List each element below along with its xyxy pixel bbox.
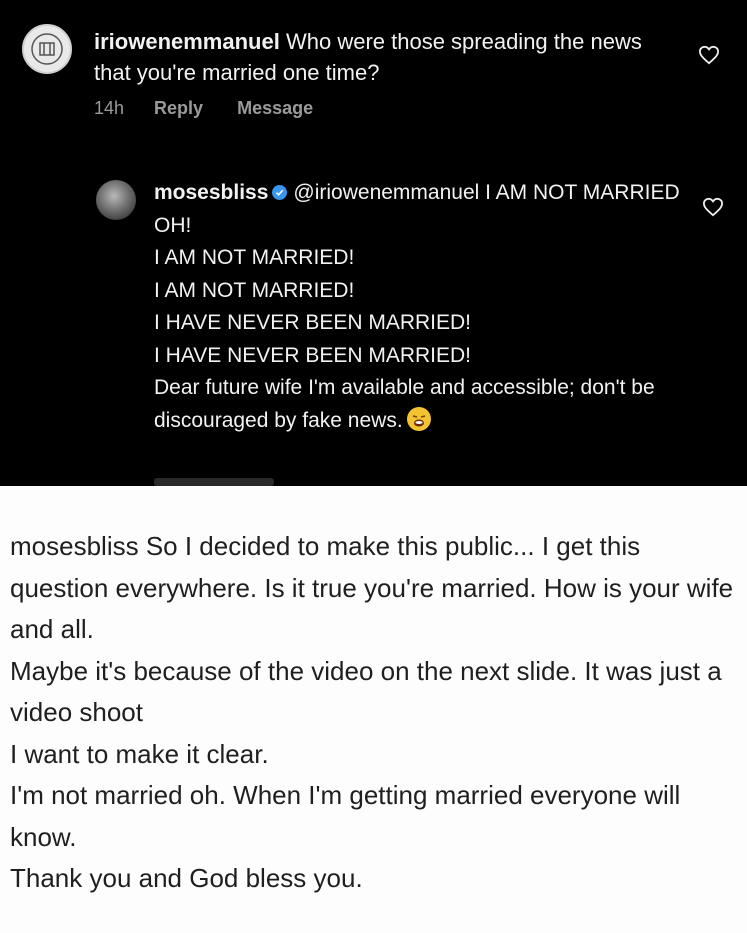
- caption-line: Thank you and God bless you.: [10, 863, 363, 893]
- heart-outline-icon[interactable]: [702, 197, 724, 217]
- reply-line: I AM NOT MARRIED!: [154, 278, 355, 302]
- post-caption: mosesbliss So I decided to make this pub…: [10, 526, 735, 900]
- verified-badge-icon: [272, 185, 288, 200]
- comment-text-block: iriowenemmanuel Who were those spreading…: [94, 26, 684, 88]
- reply-line: I HAVE NEVER BEEN MARRIED!: [154, 311, 472, 334]
- caption-line: I want to make it clear.: [10, 738, 269, 769]
- heart-outline-icon[interactable]: [698, 45, 720, 65]
- caption-username[interactable]: mosesbliss: [10, 531, 139, 561]
- caption-line: I'm not married oh. When I'm getting mar…: [10, 780, 681, 852]
- replier-avatar[interactable]: [96, 180, 136, 220]
- reply-line: Dear future wife I'm available and acces…: [154, 376, 655, 432]
- caption-line: Maybe it's because of the video on the n…: [10, 655, 722, 728]
- message-button[interactable]: Message: [237, 98, 313, 119]
- weary-face-emoji: [406, 406, 431, 431]
- replier-username[interactable]: mosesbliss: [154, 181, 268, 204]
- reply-line: I HAVE NEVER BEEN MARRIED!: [154, 343, 472, 367]
- reply-text-block: mosesbliss @iriowenemmanuel I AM NOT MARR…: [154, 177, 694, 437]
- reply-button[interactable]: Reply: [154, 98, 203, 119]
- logo-badge-icon: [31, 33, 63, 65]
- commenter-avatar[interactable]: [22, 24, 72, 74]
- reply-line: I AM NOT MARRIED!: [154, 246, 355, 269]
- commenter-username[interactable]: iriowenemmanuel: [94, 29, 280, 54]
- cropped-meta-row: [154, 478, 274, 486]
- comments-panel: iriowenemmanuel Who were those spreading…: [0, 0, 747, 486]
- comment-time: 14h: [94, 98, 125, 118]
- post-caption-panel: mosesbliss So I decided to make this pub…: [0, 486, 747, 933]
- reply-mention[interactable]: @iriowenemmanuel: [293, 181, 479, 204]
- comment-meta: 14h Reply Message: [94, 98, 313, 119]
